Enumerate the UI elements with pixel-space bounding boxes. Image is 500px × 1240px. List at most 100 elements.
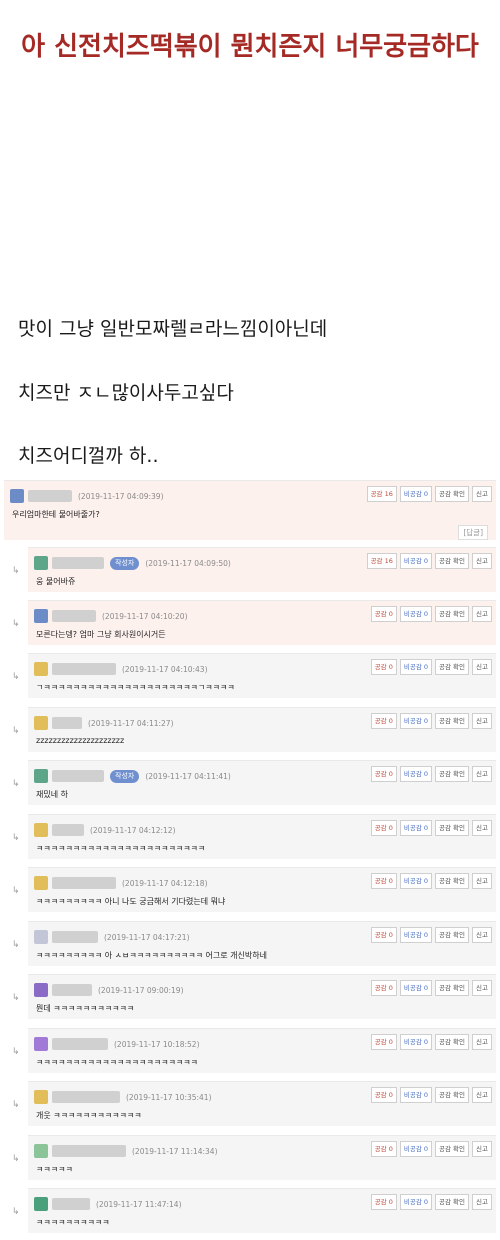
avatar[interactable] — [34, 609, 48, 623]
author-name-blurred[interactable] — [52, 1145, 126, 1157]
avatar[interactable] — [34, 983, 48, 997]
like-button[interactable]: 공감 16 — [366, 553, 397, 569]
author-name-blurred[interactable] — [52, 877, 116, 889]
author-name-blurred[interactable] — [52, 610, 96, 622]
like-check-button[interactable]: 공감 확인 — [435, 1194, 470, 1210]
reply-arrow-icon: ↳ — [12, 993, 20, 1003]
like-button[interactable]: 공감 0 — [370, 980, 397, 996]
reply-arrow-icon: ↳ — [12, 1047, 20, 1057]
report-button[interactable]: 신고 — [472, 713, 492, 729]
avatar[interactable] — [34, 1144, 48, 1158]
comment-actions: 공감 0 비공감 0 공감 확인 신고 — [370, 713, 492, 729]
dislike-button[interactable]: 비공감 0 — [399, 927, 433, 943]
comment-text: 뭔데 ㅋㅋㅋㅋㅋㅋㅋㅋㅋㅋㅋ — [36, 1004, 135, 1013]
like-button[interactable]: 공감 0 — [370, 927, 397, 943]
comment-timestamp: (2019-11-17 04:10:20) — [102, 611, 188, 621]
like-check-button[interactable]: 공감 확인 — [435, 766, 470, 782]
avatar[interactable] — [34, 1037, 48, 1051]
like-button[interactable]: 공감 0 — [370, 820, 397, 836]
report-button[interactable]: 신고 — [472, 1141, 492, 1157]
like-button[interactable]: 공감 0 — [370, 1087, 397, 1103]
report-button[interactable]: 신고 — [472, 820, 492, 836]
avatar[interactable] — [10, 489, 24, 503]
dislike-button[interactable]: 비공감 0 — [399, 1087, 433, 1103]
avatar[interactable] — [34, 876, 48, 890]
like-check-button[interactable]: 공감 확인 — [435, 713, 470, 729]
dislike-button[interactable]: 비공감 0 — [399, 606, 433, 622]
report-button[interactable]: 신고 — [472, 1034, 492, 1050]
avatar[interactable] — [34, 769, 48, 783]
avatar[interactable] — [34, 662, 48, 676]
like-check-button[interactable]: 공감 확인 — [435, 1034, 470, 1050]
author-name-blurred[interactable] — [52, 557, 104, 569]
like-check-button[interactable]: 공감 확인 — [435, 873, 470, 889]
comment-row: ↳ (2019-11-17 04:12:18) 공감 0 비공감 0 공감 확인 신고 ㅋㅋ… — [12, 867, 496, 912]
like-button[interactable]: 공감 0 — [370, 873, 397, 889]
comment-author: (2019-11-17 11:14:34) — [34, 1143, 218, 1159]
author-name-blurred[interactable] — [52, 984, 92, 996]
like-check-button[interactable]: 공감 확인 — [435, 1087, 470, 1103]
avatar[interactable] — [34, 716, 48, 730]
avatar[interactable] — [34, 556, 48, 570]
dislike-button[interactable]: 비공감 0 — [399, 713, 433, 729]
like-button[interactable]: 공감 0 — [370, 1194, 397, 1210]
like-check-button[interactable]: 공감 확인 — [435, 1141, 470, 1157]
dislike-button[interactable]: 비공감 0 — [399, 766, 433, 782]
dislike-button[interactable]: 비공감 0 — [399, 1194, 433, 1210]
like-check-button[interactable]: 공감 확인 — [435, 486, 470, 502]
post-body-line-1: 맛이 그냥 일반모짜렐ㄹ라느낌이아닌데 — [18, 318, 328, 340]
report-button[interactable]: 신고 — [472, 766, 492, 782]
comment-actions: 공감 16 비공감 0 공감 확인 신고 — [366, 553, 492, 569]
like-button[interactable]: 공감 16 — [366, 486, 397, 502]
like-button[interactable]: 공감 0 — [370, 713, 397, 729]
report-button[interactable]: 신고 — [472, 980, 492, 996]
author-name-blurred[interactable] — [52, 1038, 108, 1050]
like-check-button[interactable]: 공감 확인 — [435, 820, 470, 836]
dislike-button[interactable]: 비공감 0 — [399, 980, 433, 996]
reply-button[interactable]: [답글] — [458, 525, 488, 540]
comment-actions: 공감 0 비공감 0 공감 확인 신고 — [370, 766, 492, 782]
report-button[interactable]: 신고 — [472, 659, 492, 675]
dislike-button[interactable]: 비공감 0 — [399, 553, 433, 569]
like-check-button[interactable]: 공감 확인 — [435, 553, 470, 569]
dislike-button[interactable]: 비공감 0 — [399, 820, 433, 836]
report-button[interactable]: 신고 — [472, 1087, 492, 1103]
dislike-button[interactable]: 비공감 0 — [399, 486, 433, 502]
avatar[interactable] — [34, 823, 48, 837]
author-name-blurred[interactable] — [52, 663, 116, 675]
author-name-blurred[interactable] — [52, 770, 104, 782]
dislike-button[interactable]: 비공감 0 — [399, 1034, 433, 1050]
like-button[interactable]: 공감 0 — [370, 1141, 397, 1157]
like-button[interactable]: 공감 0 — [370, 1034, 397, 1050]
report-button[interactable]: 신고 — [472, 553, 492, 569]
avatar[interactable] — [34, 1090, 48, 1104]
report-button[interactable]: 신고 — [472, 927, 492, 943]
avatar[interactable] — [34, 1197, 48, 1211]
report-button[interactable]: 신고 — [472, 873, 492, 889]
reply-arrow-icon: ↳ — [12, 1207, 20, 1217]
reply-arrow-icon: ↳ — [12, 726, 20, 736]
like-check-button[interactable]: 공감 확인 — [435, 659, 470, 675]
author-name-blurred[interactable] — [52, 1198, 90, 1210]
reply-arrow-icon: ↳ — [12, 1100, 20, 1110]
dislike-button[interactable]: 비공감 0 — [399, 659, 433, 675]
author-name-blurred[interactable] — [28, 490, 72, 502]
report-button[interactable]: 신고 — [472, 606, 492, 622]
author-name-blurred[interactable] — [52, 717, 82, 729]
like-button[interactable]: 공감 0 — [370, 766, 397, 782]
dislike-button[interactable]: 비공감 0 — [399, 1141, 433, 1157]
like-button[interactable]: 공감 0 — [370, 659, 397, 675]
like-check-button[interactable]: 공감 확인 — [435, 980, 470, 996]
comment-author: (2019-11-17 04:10:20) — [34, 608, 188, 624]
report-button[interactable]: 신고 — [472, 1194, 492, 1210]
comment-text: 모른다는뎅? 엄마 그냥 회사원이시거든 — [36, 630, 166, 639]
like-button[interactable]: 공감 0 — [370, 606, 397, 622]
author-name-blurred[interactable] — [52, 824, 84, 836]
avatar[interactable] — [34, 930, 48, 944]
report-button[interactable]: 신고 — [472, 486, 492, 502]
dislike-button[interactable]: 비공감 0 — [399, 873, 433, 889]
author-name-blurred[interactable] — [52, 1091, 120, 1103]
like-check-button[interactable]: 공감 확인 — [435, 927, 470, 943]
like-check-button[interactable]: 공감 확인 — [435, 606, 470, 622]
author-name-blurred[interactable] — [52, 931, 98, 943]
